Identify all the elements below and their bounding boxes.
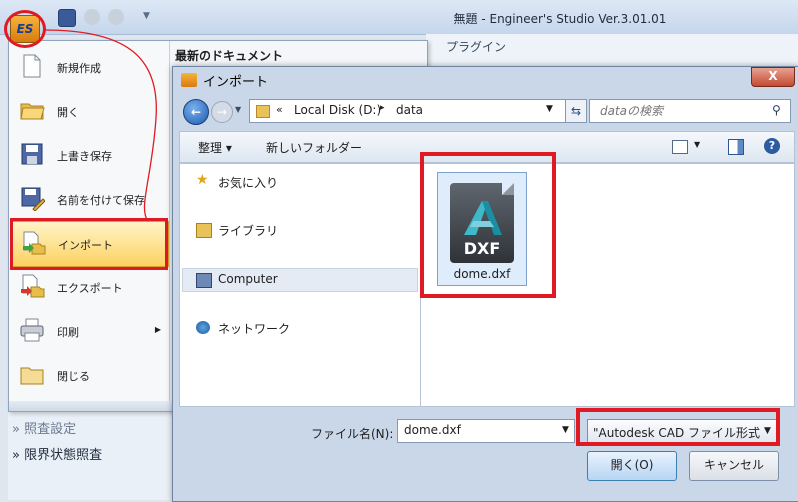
open-button[interactable]: 開く(O) [587,451,677,481]
nav-item-label: ライブラリ [218,224,279,238]
file-name-dropdown-icon[interactable]: ▼ [562,425,569,435]
breadcrumb-data[interactable]: data [396,103,423,117]
file-highlight-box [420,152,556,298]
file-name-value: dome.dxf [404,423,461,437]
save-as-icon [21,187,45,211]
search-box[interactable]: ⚲ [589,99,791,123]
breadcrumb-separator-icon[interactable]: ▸ [380,103,385,113]
import-highlight-box [10,218,168,270]
new-folder-button[interactable]: 新しいフォルダー [266,139,362,156]
dialog-app-icon [181,73,197,87]
address-overflow-chevron[interactable]: « [276,103,283,116]
export-icon [21,274,45,298]
printer-icon [20,318,44,342]
new-document-icon [23,54,41,78]
panel-item-check-settings[interactable]: » 照査設定 [12,418,172,438]
preview-pane-icon[interactable] [728,139,744,155]
close-folder-icon [20,367,44,385]
menu-item-label: 名前を付けて保存 [57,194,145,207]
file-type-highlight-box [576,408,780,446]
menu-item-print[interactable]: 印刷 ▶ [11,309,167,353]
menu-item-label: 新規作成 [57,62,101,75]
folder-icon [256,105,270,118]
breadcrumb-local-disk[interactable]: Local Disk (D:) [294,103,381,117]
address-dropdown-icon[interactable]: ▼ [546,104,553,114]
menu-item-label: 閉じる [57,370,90,383]
star-icon: ★ [196,172,209,188]
open-folder-icon [20,103,45,120]
address-bar[interactable]: « Local Disk (D:) ▸ data ▼ [249,99,567,123]
view-options-icon[interactable] [672,140,688,154]
save-disk-icon [21,143,43,165]
quick-access-dropdown-icon[interactable]: ▼ [143,11,150,21]
redo-icon[interactable] [108,9,124,25]
panel-item-limit-state-check[interactable]: » 限界状態照査 [12,444,172,464]
menu-item-label: 開く [57,106,79,119]
app-titlebar: ▼ 無題 - Engineer's Studio Ver.3.01.01 [0,0,798,35]
history-dropdown-icon[interactable]: ▼ [235,105,241,114]
network-icon [196,321,210,334]
search-icon[interactable]: ⚲ [772,103,781,117]
menu-item-open[interactable]: 開く [11,89,167,133]
forward-button[interactable]: → [211,101,233,123]
menu-item-label: 印刷 [57,326,79,339]
nav-item-label: お気に入り [218,176,279,190]
file-name-input[interactable]: dome.dxf ▼ [397,419,575,443]
refresh-button[interactable]: ⇆ [565,99,587,123]
library-icon [196,223,212,238]
navigation-pane: ★ お気に入り ライブラリ Computer ネットワーク [179,163,421,407]
logo-highlight-circle [4,10,46,48]
app-title: 無題 - Engineer's Studio Ver.3.01.01 [453,12,667,26]
menu-item-new[interactable]: 新規作成 [11,45,167,89]
organize-button[interactable]: 整理 ▾ [198,139,232,156]
menu-item-save[interactable]: 上書き保存 [11,133,167,177]
dialog-title: インポート [203,75,269,90]
quick-save-icon[interactable] [58,9,76,27]
file-name-label: ファイル名(N): [311,427,394,441]
cancel-button[interactable]: キャンセル [689,451,779,481]
menu-item-label: 上書き保存 [57,150,112,163]
computer-icon [196,273,212,288]
close-button[interactable]: X [751,67,795,87]
menu-item-close[interactable]: 閉じる [11,353,167,397]
ribbon-tab-plugin[interactable]: プラグイン [446,38,506,55]
menu-item-save-as[interactable]: 名前を付けて保存 [11,177,167,221]
nav-item-label: Computer [218,272,278,286]
menu-item-label: エクスポート [57,282,123,295]
nav-item-label: ネットワーク [218,322,291,336]
submenu-arrow-icon: ▶ [154,325,161,334]
menu-item-export[interactable]: エクスポート [11,265,167,309]
help-icon[interactable]: ? [764,138,780,154]
recent-documents-title: 最新のドキュメント [175,49,284,63]
view-dropdown-icon[interactable]: ▼ [694,140,700,149]
search-input[interactable] [598,103,772,119]
undo-icon[interactable] [84,9,100,25]
back-button[interactable]: ← [183,99,209,125]
